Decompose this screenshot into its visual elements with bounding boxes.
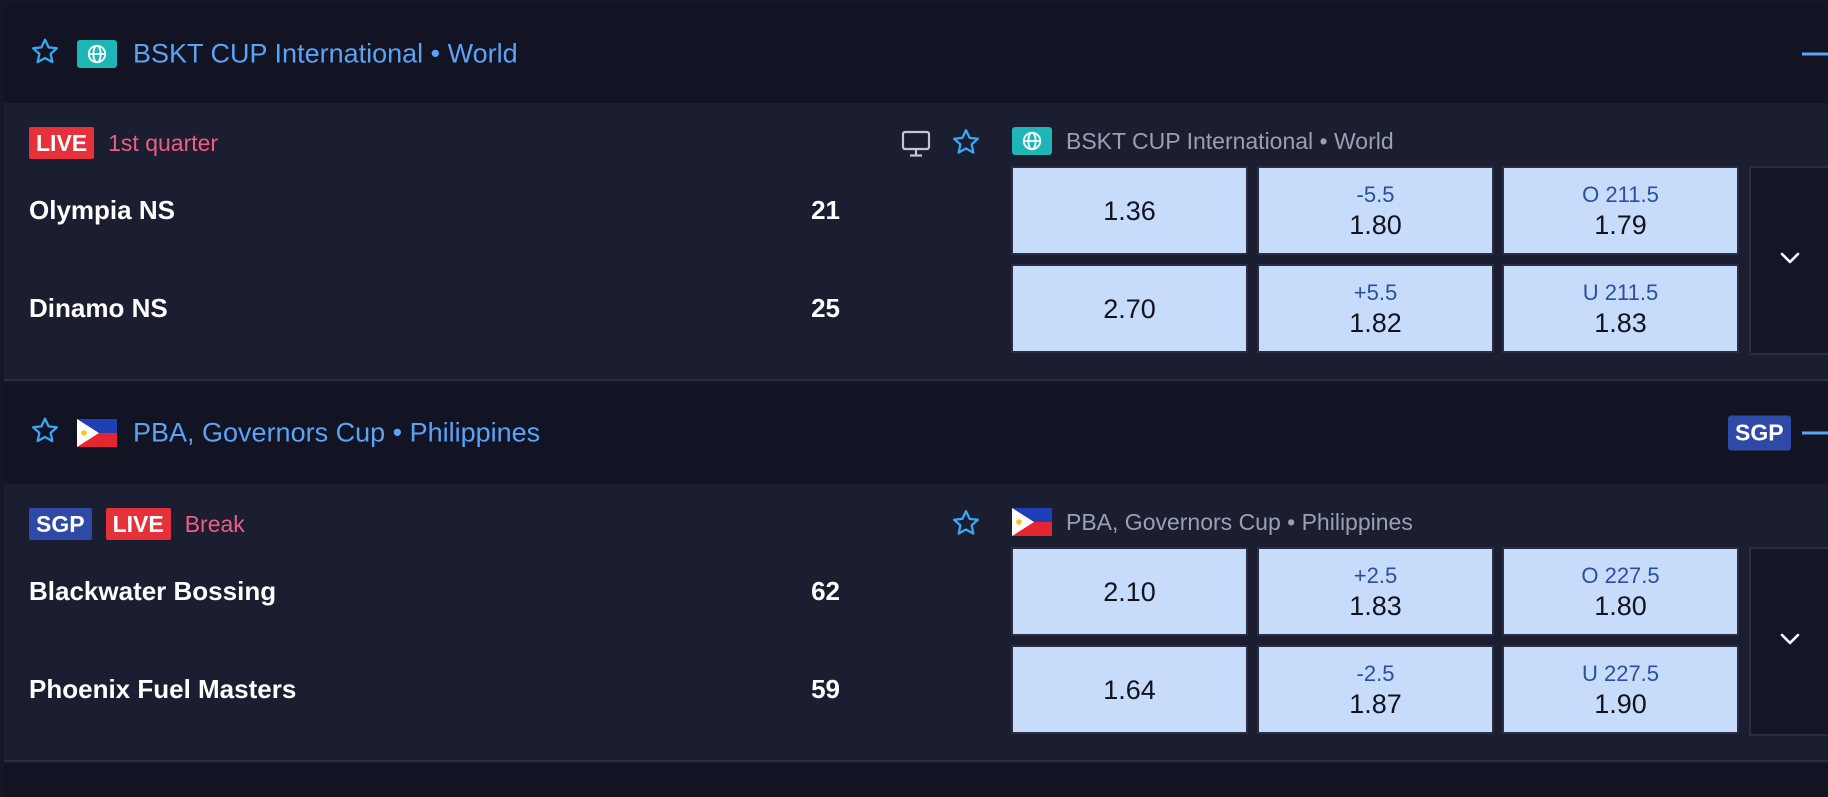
collapse-minus-icon[interactable] [1802, 52, 1828, 55]
philippines-flag-icon [77, 418, 117, 447]
live-stream-monitor-icon[interactable] [901, 130, 931, 163]
favorite-star-icon[interactable] [951, 127, 981, 162]
favorite-star-icon[interactable] [30, 36, 60, 71]
odds-price: 1.64 [1103, 674, 1156, 705]
away-team-score: 25 [811, 293, 840, 323]
match-status-row: SGP LIVE Break [29, 508, 245, 540]
match-league-meta: BSKT CUP International • World [1012, 125, 1394, 157]
odds-price: 2.70 [1103, 293, 1156, 324]
collapse-minus-icon[interactable] [1802, 431, 1828, 434]
match-league-name: BSKT CUP International • World [1066, 127, 1394, 154]
total-odds-button[interactable]: U 227.5 1.90 [1502, 645, 1739, 734]
home-team-score: 21 [811, 195, 840, 225]
spread-odds-button[interactable]: +2.5 1.83 [1257, 547, 1494, 636]
total-line: O 211.5 [1582, 181, 1659, 207]
live-badge: LIVE [29, 127, 95, 159]
favorite-star-icon[interactable] [951, 508, 981, 543]
home-team-score: 62 [811, 576, 840, 606]
spread-line: -2.5 [1356, 660, 1395, 686]
sgp-badge: SGP [29, 508, 92, 540]
moneyline-odds-button[interactable]: 2.70 [1011, 264, 1248, 353]
spread-line: -5.5 [1356, 181, 1395, 207]
total-line: O 227.5 [1581, 562, 1660, 588]
favorite-star-icon[interactable] [30, 415, 60, 450]
match-league-name: PBA, Governors Cup • Philippines [1066, 508, 1413, 535]
globe-icon [1012, 127, 1052, 155]
match-period: Break [184, 510, 245, 537]
chevron-down-icon [1779, 251, 1801, 270]
philippines-flag-icon [1012, 508, 1052, 536]
odds-price: 1.82 [1349, 307, 1402, 338]
spread-line: +5.5 [1353, 279, 1398, 305]
league-title[interactable]: PBA, Governors Cup • Philippines [133, 417, 540, 448]
moneyline-odds-button[interactable]: 1.36 [1011, 166, 1248, 255]
total-odds-button[interactable]: U 211.5 1.83 [1502, 264, 1739, 353]
next-league-header-partial [4, 764, 1828, 797]
total-odds-button[interactable]: O 211.5 1.79 [1502, 166, 1739, 255]
away-team-name[interactable]: Dinamo NS [29, 293, 168, 324]
odds-price: 1.79 [1594, 209, 1647, 240]
sgp-badge: SGP [1728, 415, 1791, 450]
odds-price: 2.10 [1103, 576, 1156, 607]
total-line: U 211.5 [1582, 279, 1659, 305]
total-line: U 227.5 [1581, 660, 1660, 686]
away-team-name[interactable]: Phoenix Fuel Masters [29, 674, 296, 705]
globe-icon [77, 39, 117, 68]
league-title[interactable]: BSKT CUP International • World [133, 38, 518, 69]
match-card: SGP LIVE Break PBA, Governors Cup • Phil… [4, 484, 1828, 762]
odds-price: 1.80 [1594, 590, 1647, 621]
league-header-bskt-cup[interactable]: BSKT CUP International • World [4, 4, 1828, 103]
match-league-meta: PBA, Governors Cup • Philippines [1012, 506, 1413, 538]
total-odds-button[interactable]: O 227.5 1.80 [1502, 547, 1739, 636]
home-team-name[interactable]: Olympia NS [29, 195, 175, 226]
league-header-pba[interactable]: PBA, Governors Cup • Philippines SGP [4, 383, 1828, 482]
odds-price: 1.83 [1594, 307, 1647, 338]
odds-price: 1.36 [1103, 195, 1156, 226]
chevron-down-icon [1779, 632, 1801, 651]
spread-odds-button[interactable]: +5.5 1.82 [1257, 264, 1494, 353]
spread-odds-button[interactable]: -2.5 1.87 [1257, 645, 1494, 734]
moneyline-odds-button[interactable]: 1.64 [1011, 645, 1248, 734]
odds-price: 1.87 [1349, 688, 1402, 719]
odds-price: 1.80 [1349, 209, 1402, 240]
match-card: LIVE 1st quarter BSKT CUP International … [4, 103, 1828, 381]
home-team-name[interactable]: Blackwater Bossing [29, 576, 276, 607]
match-period: 1st quarter [108, 129, 219, 156]
spread-line: +2.5 [1353, 562, 1398, 588]
moneyline-odds-button[interactable]: 2.10 [1011, 547, 1248, 636]
away-team-score: 59 [811, 674, 840, 704]
more-markets-button[interactable] [1749, 166, 1828, 355]
match-status-row: LIVE 1st quarter [29, 127, 218, 159]
betting-live-page: BSKT CUP International • World LIVE 1st … [0, 0, 1828, 797]
live-badge: LIVE [105, 508, 171, 540]
more-markets-button[interactable] [1749, 547, 1828, 736]
odds-price: 1.90 [1594, 688, 1647, 719]
spread-odds-button[interactable]: -5.5 1.80 [1257, 166, 1494, 255]
odds-price: 1.83 [1349, 590, 1402, 621]
